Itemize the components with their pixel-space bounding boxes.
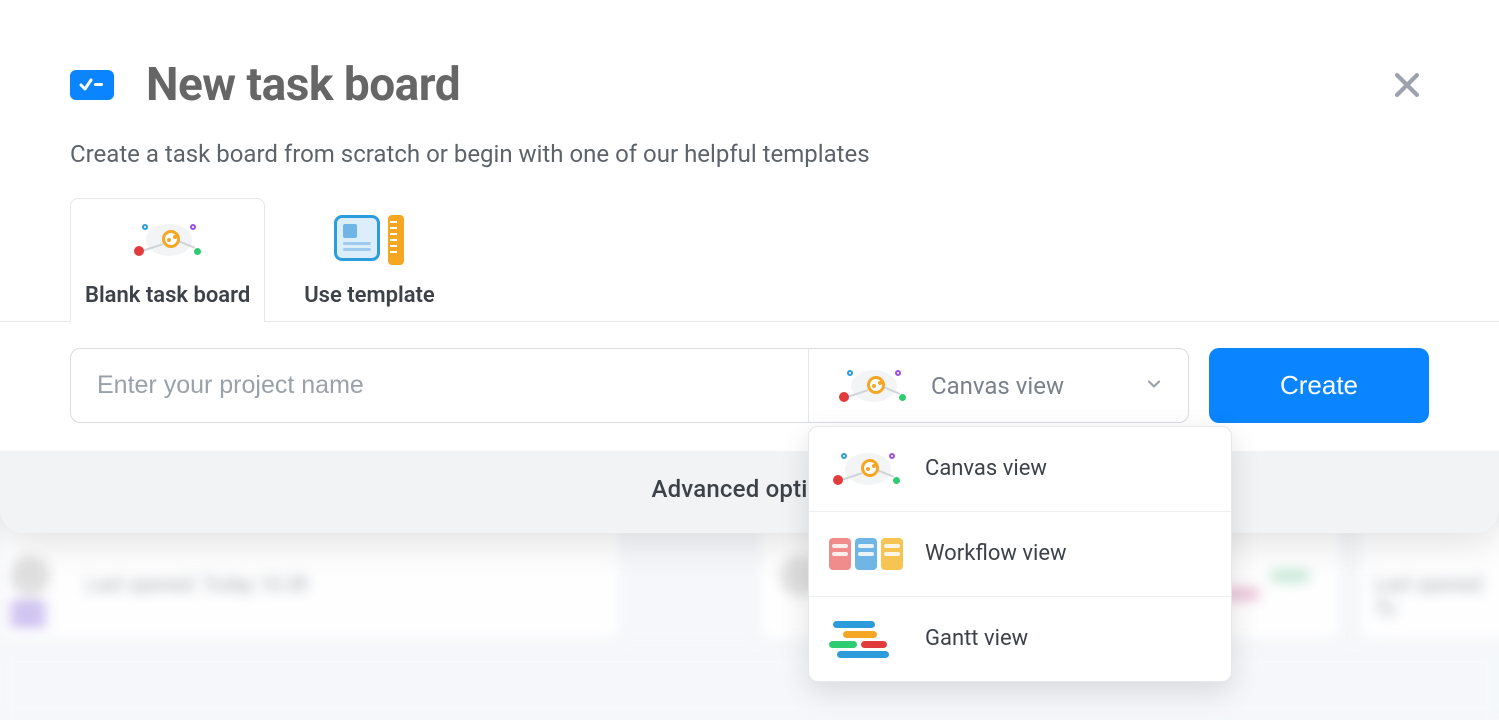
project-name-input[interactable]	[71, 349, 808, 422]
template-icon	[321, 213, 417, 267]
create-button[interactable]: Create	[1209, 348, 1429, 423]
view-option-gantt[interactable]: Gantt view	[809, 596, 1231, 681]
bg-left-meta: Last opened: Today 16:38	[86, 572, 307, 596]
option-label: Gantt view	[925, 624, 1028, 654]
option-label: Workflow view	[925, 539, 1067, 569]
advanced-options-toggle[interactable]: Advanced options	[0, 451, 1499, 533]
tab-use-template[interactable]: Use template	[289, 198, 450, 322]
task-board-icon	[70, 70, 114, 100]
tab-label: Blank task board	[85, 283, 250, 308]
creation-mode-tabs: Blank task board Use template	[0, 198, 1499, 322]
bg-right-meta: Last opened: To	[1374, 572, 1499, 620]
view-type-select[interactable]: Canvas view Canvas view	[808, 349, 1188, 422]
view-type-dropdown: Canvas view Workflow view Gantt view	[808, 426, 1232, 682]
blank-board-icon	[120, 213, 216, 267]
modal-title: New task board	[146, 58, 460, 112]
modal-header: New task board	[0, 0, 1499, 140]
tab-label: Use template	[304, 283, 435, 308]
gantt-view-icon	[827, 617, 907, 661]
new-task-board-modal: New task board Create a task board from …	[0, 0, 1499, 533]
project-field-group: Canvas view Canvas view	[70, 348, 1189, 423]
create-form-row: Canvas view Canvas view	[0, 322, 1499, 451]
view-option-canvas[interactable]: Canvas view	[809, 427, 1231, 511]
modal-subtitle: Create a task board from scratch or begi…	[0, 140, 1499, 198]
canvas-view-icon	[833, 366, 913, 406]
close-icon	[1390, 68, 1424, 102]
view-select-value: Canvas view	[931, 372, 1126, 400]
workflow-view-icon	[827, 532, 907, 576]
tab-blank-board[interactable]: Blank task board	[70, 198, 265, 322]
chevron-down-icon	[1144, 374, 1164, 398]
option-label: Canvas view	[925, 454, 1047, 484]
close-button[interactable]	[1385, 63, 1429, 107]
view-option-workflow[interactable]: Workflow view	[809, 511, 1231, 596]
canvas-view-icon	[827, 447, 907, 491]
